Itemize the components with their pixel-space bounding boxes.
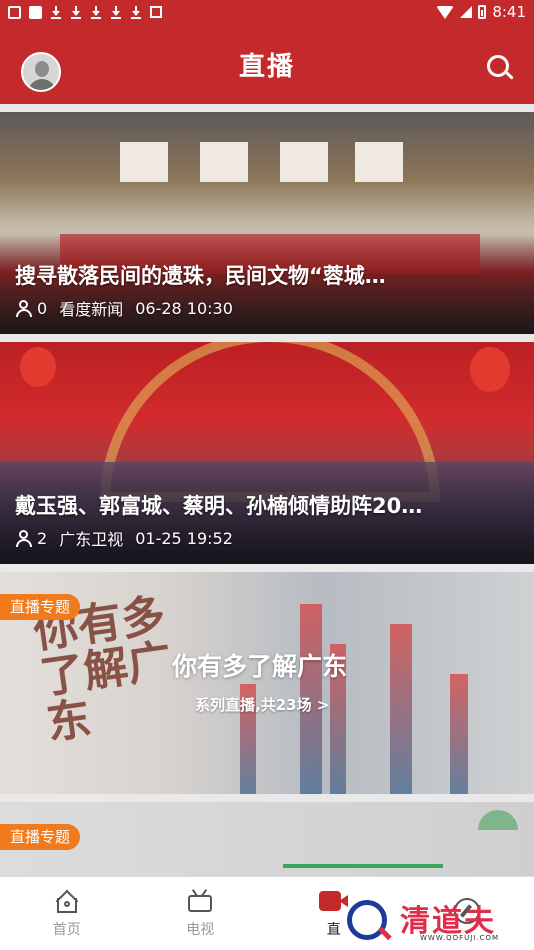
- search-icon[interactable]: [486, 54, 514, 82]
- decor-screen: [200, 142, 248, 182]
- notification-icon: [8, 5, 21, 19]
- card-meta: 0 看度新闻 06-28 10:30: [15, 296, 233, 320]
- decor-stripe: [283, 864, 443, 868]
- viewer-count: 0: [15, 299, 47, 318]
- topic-card[interactable]: 你有多了解广东 直播专题 你有多了解广东 系列直播,共23场 >: [0, 572, 534, 794]
- decor-screen: [280, 142, 328, 182]
- live-card[interactable]: 戴玉强、郭富城、蔡明、孙楠倾情助阵20… 2 广东卫视 01-25 19:52: [0, 342, 534, 564]
- download-icon: [90, 5, 102, 19]
- app-header: 直播: [0, 24, 534, 104]
- person-icon: [15, 299, 33, 317]
- avatar-body: [28, 79, 56, 90]
- watermark-q-icon: [347, 900, 387, 940]
- decor-lantern: [20, 347, 56, 387]
- tab-tv[interactable]: 电视: [134, 877, 268, 950]
- decor-tower: [390, 624, 412, 794]
- card-time: 01-25 19:52: [135, 528, 233, 548]
- person-icon: [15, 529, 33, 547]
- decor-lantern: [470, 347, 510, 392]
- avatar[interactable]: [21, 52, 61, 92]
- topic-tag: 直播专题: [0, 594, 81, 620]
- battery-icon: [478, 5, 487, 19]
- decor-screen: [355, 142, 403, 182]
- viewer-count-value: 0: [37, 298, 48, 318]
- notification-icon: [29, 5, 42, 19]
- live-card[interactable]: 搜寻散落民间的遗珠，民间文物“蓉城… 0 看度新闻 06-28 10:30: [0, 112, 534, 334]
- watermark-url: WWW.QDFUJI.COM: [420, 934, 500, 942]
- notification-icon: [150, 6, 162, 18]
- watermark-logo: 清道夫 WWW.QDFUJI.COM: [325, 890, 530, 948]
- download-icon: [50, 5, 62, 19]
- decor-screen: [120, 142, 168, 182]
- card-meta: 2 广东卫视 01-25 19:52: [15, 526, 233, 550]
- tab-home[interactable]: 首页: [0, 877, 134, 950]
- page-title: 直播: [238, 51, 295, 82]
- download-icon: [110, 5, 122, 19]
- tab-label: 首页: [52, 921, 81, 938]
- signal-icon: [460, 6, 473, 18]
- status-bar: 8:41: [0, 0, 534, 24]
- topic-subtitle[interactable]: 系列直播,共23场 >: [195, 694, 329, 715]
- wifi-icon: [436, 5, 455, 19]
- tv-icon: [187, 888, 213, 913]
- topic-title: 你有多了解广东: [172, 652, 348, 681]
- decor-tower: [450, 674, 468, 794]
- decor-hill: [478, 810, 518, 830]
- card-source: 看度新闻: [59, 300, 124, 319]
- home-icon: [54, 889, 80, 913]
- viewer-count: 2: [15, 529, 47, 548]
- card-time: 06-28 10:30: [135, 298, 233, 318]
- card-title: 戴玉强、郭富城、蔡明、孙楠倾情助阵20…: [15, 494, 423, 518]
- avatar-head: [35, 61, 49, 77]
- topic-card[interactable]: 直播专题: [0, 802, 534, 882]
- topic-tag: 直播专题: [0, 824, 81, 850]
- download-icon: [70, 5, 82, 19]
- download-icon: [130, 5, 142, 19]
- status-time: 8:41: [492, 3, 526, 21]
- viewer-count-value: 2: [37, 528, 48, 548]
- tab-label: 电视: [186, 921, 215, 938]
- card-title: 搜寻散落民间的遗珠，民间文物“蓉城…: [15, 264, 386, 288]
- card-source: 广东卫视: [59, 530, 124, 549]
